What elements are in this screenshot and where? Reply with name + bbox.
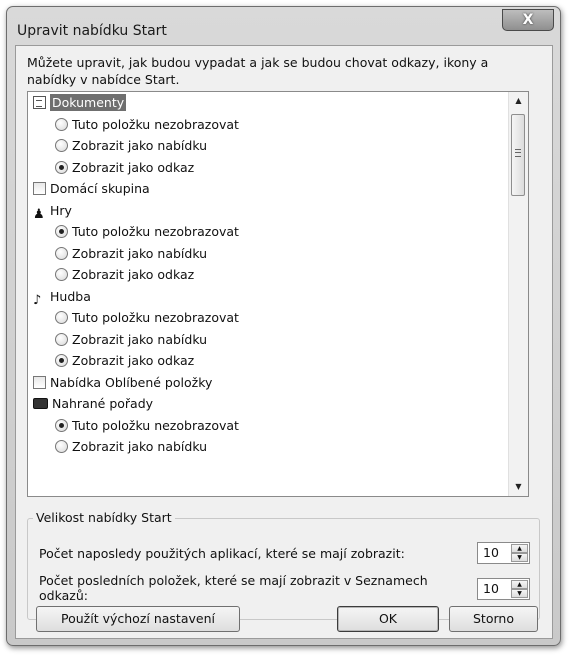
item-label: Zobrazit jako nabídku [72, 331, 208, 347]
item-label: Nabídka Oblíbené položky [50, 374, 213, 390]
music-note-icon: ♪ [33, 292, 42, 308]
radio-checked-icon[interactable] [55, 225, 68, 238]
jump-list-stepper[interactable]: 10 ▲ ▼ [477, 578, 530, 600]
checkbox-icon[interactable] [33, 375, 46, 389]
close-button[interactable]: X [502, 9, 554, 31]
spin-up-icon[interactable]: ▲ [511, 580, 528, 589]
radio-unchecked-icon[interactable] [55, 139, 68, 152]
start-menu-size-group: Velikost nabídky Start Počet naposledy p… [27, 510, 540, 620]
item-label: Zobrazit jako nabídku [72, 138, 208, 153]
radio-option[interactable]: Tuto položku nezobrazovat [28, 415, 509, 437]
category-item[interactable]: ♟ Hry [28, 200, 509, 222]
item-label: Zobrazit jako odkaz [72, 353, 195, 368]
radio-unchecked-icon[interactable] [55, 311, 68, 324]
radio-option[interactable]: Zobrazit jako odkaz [28, 350, 509, 372]
recent-apps-value[interactable]: 10 [483, 545, 499, 560]
radio-option[interactable]: Zobrazit jako nabídku [28, 243, 509, 265]
checkbox-icon[interactable] [33, 182, 46, 195]
radio-option[interactable]: Zobrazit jako odkaz [28, 157, 509, 179]
radio-option[interactable]: Zobrazit jako nabídku [28, 135, 509, 157]
item-label: Tuto položku nezobrazovat [72, 116, 239, 132]
scroll-thumb[interactable] [511, 114, 525, 196]
title-bar[interactable]: Upravit nabídku Start X [7, 7, 560, 47]
checkbox-item[interactable]: Domácí skupina [28, 178, 509, 200]
scroll-down-icon[interactable]: ▼ [509, 478, 528, 496]
radio-unchecked-icon[interactable] [55, 246, 68, 260]
radio-option[interactable]: Tuto položku nezobrazovat [28, 114, 509, 136]
list-items: Dokumenty Tuto položku nezobrazovat Zobraz… [28, 92, 509, 458]
close-icon: X [522, 12, 534, 28]
category-item[interactable]: Nahrané pořady [28, 393, 509, 415]
description-text: Můžete upravit, jak budou vypadat a jak … [27, 55, 489, 87]
grip-icon [515, 149, 521, 157]
dialog-body: Můžete upravit, jak budou vypadat a jak … [15, 45, 553, 639]
games-icon: ♟ [33, 206, 45, 222]
tv-icon [33, 398, 48, 409]
radio-checked-icon[interactable] [55, 418, 68, 432]
radio-option[interactable]: Tuto položku nezobrazovat [28, 307, 509, 329]
radio-unchecked-icon[interactable] [55, 332, 68, 346]
use-defaults-button[interactable]: Použít výchozí nastavení [36, 606, 240, 632]
item-label: Domácí skupina [50, 181, 150, 196]
radio-unchecked-icon[interactable] [55, 268, 68, 281]
item-label: Zobrazit jako nabídku [72, 439, 208, 454]
category-item[interactable]: Dokumenty [28, 92, 509, 114]
ok-button[interactable]: OK [337, 606, 439, 632]
radio-checked-icon[interactable] [55, 160, 68, 174]
item-label: Hry [50, 202, 72, 218]
category-item[interactable]: ♪ Hudba [28, 286, 509, 308]
radio-option[interactable]: Zobrazit jako odkaz [28, 264, 509, 286]
start-menu-items-list[interactable]: Dokumenty Tuto položku nezobrazovat Zobraz… [27, 91, 529, 497]
radio-option[interactable]: Zobrazit jako nabídku [28, 436, 509, 458]
jump-list-value[interactable]: 10 [483, 581, 499, 596]
spin-down-icon[interactable]: ▼ [511, 589, 528, 598]
cancel-button[interactable]: Storno [449, 606, 538, 632]
dialog-window: Upravit nabídku Start X Můžete upravit, … [6, 6, 561, 646]
item-label: Dokumenty [50, 94, 127, 111]
jump-list-label: Počet posledních položek, které se mají … [39, 573, 428, 603]
radio-option[interactable]: Zobrazit jako nabídku [28, 329, 509, 351]
group-legend: Velikost nabídky Start [33, 510, 175, 525]
item-label: Zobrazit jako nabídku [72, 245, 208, 261]
radio-checked-icon[interactable] [55, 354, 68, 367]
item-label: Zobrazit jako odkaz [72, 159, 195, 175]
recent-apps-stepper[interactable]: 10 ▲ ▼ [477, 542, 530, 564]
radio-option[interactable]: Tuto položku nezobrazovat [28, 221, 509, 243]
checkbox-item[interactable]: Nabídka Oblíbené položky [28, 372, 509, 394]
document-icon [33, 96, 46, 109]
item-label: Tuto položku nezobrazovat [72, 224, 239, 239]
item-label: Nahrané pořady [52, 396, 154, 411]
spin-up-icon[interactable]: ▲ [511, 544, 528, 553]
window-title: Upravit nabídku Start [17, 23, 167, 39]
radio-unchecked-icon[interactable] [55, 440, 68, 453]
vertical-scrollbar[interactable]: ▲ ▼ [508, 92, 528, 496]
item-label: Hudba [50, 288, 91, 304]
recent-apps-label: Počet naposledy použitých aplikací, kter… [39, 546, 405, 561]
item-label: Tuto položku nezobrazovat [72, 310, 239, 325]
item-label: Zobrazit jako odkaz [72, 267, 195, 282]
item-label: Tuto položku nezobrazovat [72, 417, 239, 433]
radio-unchecked-icon[interactable] [55, 117, 68, 131]
spin-down-icon[interactable]: ▼ [511, 553, 528, 562]
scroll-up-icon[interactable]: ▲ [509, 92, 528, 110]
